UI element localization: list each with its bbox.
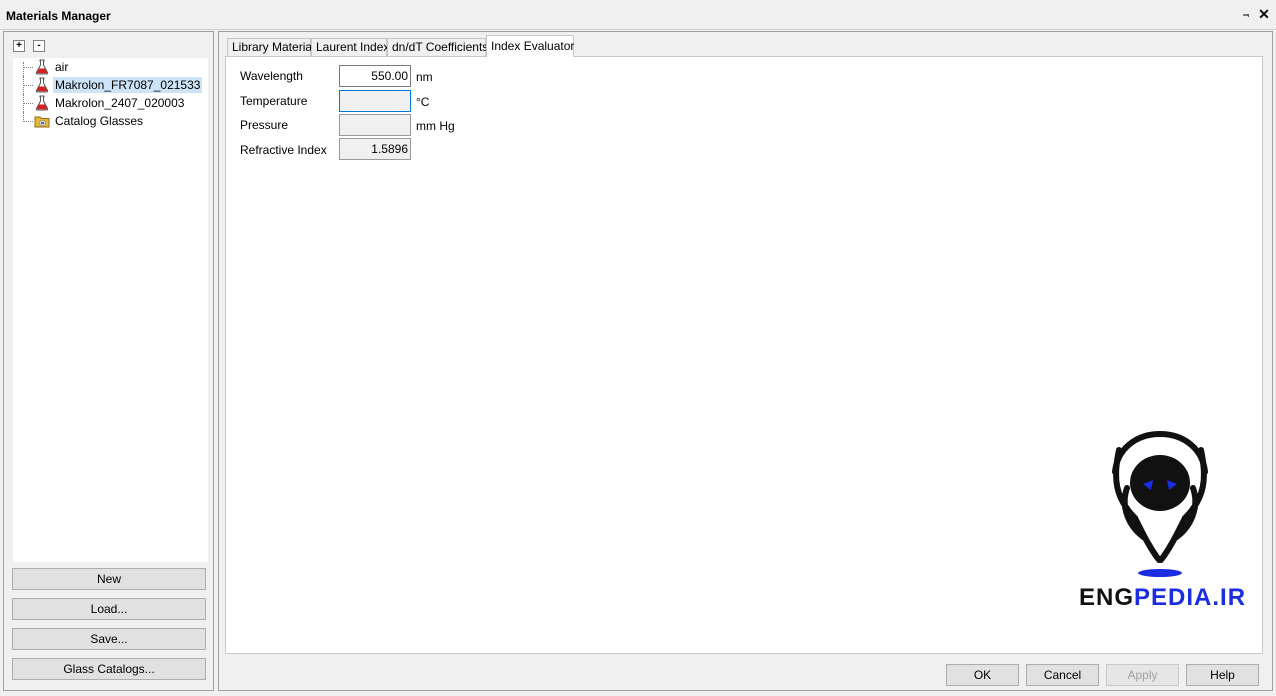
- materials-tree[interactable]: air Makrolon_FR7087_021533 Makrolon_2407…: [13, 58, 208, 562]
- tree-connector: [23, 121, 33, 122]
- tree-item-label: air: [55, 60, 69, 74]
- flask-icon: [34, 95, 50, 111]
- tab-library-material[interactable]: Library Material: [227, 38, 315, 57]
- materials-tree-panel: + - air Makrolon_FR7087_021533 Makrolon_…: [3, 31, 214, 691]
- tab-dndt-coefficients[interactable]: dn/dT Coefficients: [387, 38, 488, 57]
- tree-connector: [23, 62, 24, 76]
- temperature-label: Temperature: [240, 94, 308, 108]
- tree-item-label: Makrolon_2407_020003: [55, 96, 185, 110]
- temperature-unit: °C: [416, 95, 430, 109]
- watermark-text-part1: ENG: [1079, 584, 1135, 611]
- pressure-label: Pressure: [240, 118, 289, 132]
- tab-laurent-index[interactable]: Laurent Index: [311, 38, 389, 57]
- save-button[interactable]: Save...: [12, 628, 206, 650]
- cancel-button[interactable]: Cancel: [1026, 664, 1099, 686]
- watermark-text: ENGPEDIA.IR: [1079, 584, 1246, 612]
- refractive-index-field: 1.5896: [339, 138, 411, 160]
- load-button[interactable]: Load...: [12, 598, 206, 620]
- tab-index-evaluator[interactable]: Index Evaluator: [486, 35, 574, 57]
- folder-icon: [34, 113, 50, 129]
- pin-icon[interactable]: ⫬: [1239, 7, 1253, 21]
- expand-all-button[interactable]: +: [13, 40, 25, 52]
- tree-item-makrolon-2407[interactable]: Makrolon_2407_020003: [13, 94, 203, 112]
- wavelength-field[interactable]: 550.00: [339, 65, 411, 87]
- wavelength-unit: nm: [416, 70, 433, 84]
- tree-connector: [23, 67, 33, 68]
- tree-item-catalog-glasses[interactable]: Catalog Glasses: [13, 112, 203, 130]
- watermark-text-part2: PEDIA.IR: [1134, 584, 1247, 611]
- new-button[interactable]: New: [12, 568, 206, 590]
- pressure-unit: mm Hg: [416, 119, 455, 133]
- flask-icon: [34, 59, 50, 75]
- tree-item-label: Catalog Glasses: [55, 114, 144, 128]
- tree-item-label: Makrolon_FR7087_021533: [53, 77, 203, 93]
- window-title: Materials Manager: [6, 9, 111, 23]
- temperature-field[interactable]: [339, 90, 411, 112]
- wavelength-label: Wavelength: [240, 69, 303, 83]
- refractive-index-label: Refractive Index: [240, 143, 327, 157]
- tree-connector: [23, 85, 33, 86]
- ok-button[interactable]: OK: [946, 664, 1019, 686]
- tree-connector: [23, 103, 33, 104]
- apply-button[interactable]: Apply: [1106, 664, 1179, 686]
- glass-catalogs-button[interactable]: Glass Catalogs...: [12, 658, 206, 680]
- title-bar: Materials Manager ⫬ ✕: [0, 0, 1276, 30]
- close-icon[interactable]: ✕: [1256, 6, 1272, 22]
- tree-item-makrolon-fr7087[interactable]: Makrolon_FR7087_021533: [13, 76, 203, 94]
- pressure-field[interactable]: [339, 114, 411, 136]
- tree-item-air[interactable]: air: [13, 58, 203, 76]
- help-button[interactable]: Help: [1186, 664, 1259, 686]
- collapse-all-button[interactable]: -: [33, 40, 45, 52]
- flask-icon: [34, 77, 50, 93]
